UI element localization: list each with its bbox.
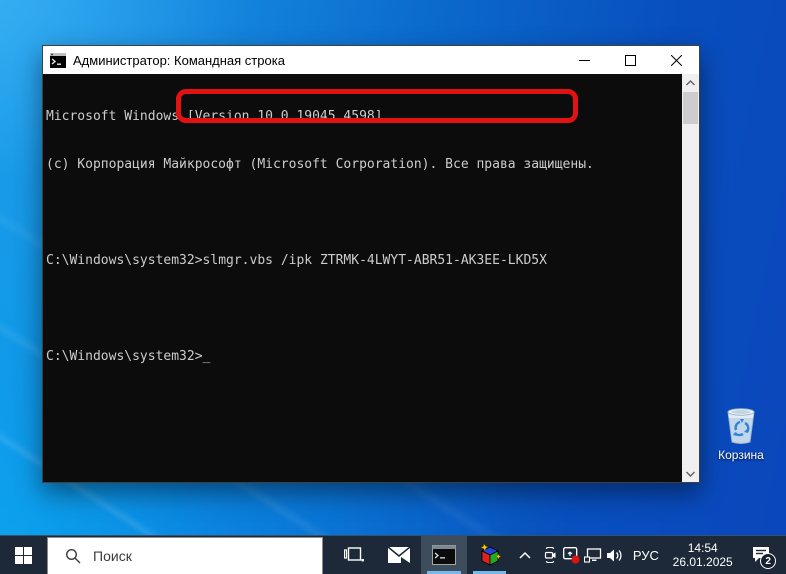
- taskbar-clock[interactable]: 14:54 26.01.2025: [666, 536, 739, 574]
- maximize-icon: [625, 55, 636, 66]
- desktop: Корзина Администратор: Командная строка: [0, 0, 786, 574]
- console-command: slmgr.vbs /ipk ZTRMK-4LWYT-ABR51-AK3EE-L…: [203, 253, 547, 268]
- clock-time: 14:54: [688, 541, 718, 555]
- chevron-up-icon: [519, 551, 531, 559]
- console-prompt: C:\Windows\system32>: [46, 253, 203, 268]
- speaker-icon: [606, 548, 623, 563]
- console-prompt: C:\Windows\system32>: [46, 349, 203, 364]
- search-icon: [65, 548, 81, 564]
- screen-record-tray-icon[interactable]: [561, 536, 583, 574]
- mail-app-button[interactable]: [376, 536, 421, 574]
- taskbar-search-input[interactable]: Поиск: [47, 537, 323, 574]
- cmd-title-bar[interactable]: Администратор: Командная строка: [43, 46, 699, 74]
- cmd-window-icon: [432, 545, 456, 565]
- console-blank-line: [46, 205, 682, 221]
- task-view-button[interactable]: [331, 536, 376, 574]
- console-current-prompt: C:\Windows\system32>_: [46, 349, 682, 365]
- recycle-bin-label: Корзина: [704, 448, 778, 462]
- cmd-window: Администратор: Командная строка Microsof…: [42, 45, 700, 483]
- show-hidden-icons-button[interactable]: [512, 536, 539, 574]
- chevron-down-icon: [686, 471, 695, 477]
- screen-share-icon: [563, 547, 580, 564]
- taskbar: Поиск: [0, 535, 786, 574]
- clock-date: 26.01.2025: [673, 555, 733, 569]
- maximize-button[interactable]: [607, 46, 653, 74]
- console-output[interactable]: Microsoft Windows [Version 10.0.19045.45…: [43, 74, 682, 482]
- task-view-icon: [344, 547, 364, 563]
- cmd-taskbar-button[interactable]: [421, 536, 466, 574]
- network-tray-icon[interactable]: [582, 536, 604, 574]
- search-placeholder: Поиск: [93, 548, 132, 564]
- console-copyright-line: (c) Корпорация Майкрософт (Microsoft Cor…: [46, 157, 682, 173]
- action-center-button[interactable]: 2: [739, 536, 782, 574]
- language-indicator[interactable]: РУС: [625, 536, 666, 574]
- scroll-up-button[interactable]: [682, 74, 699, 91]
- scroll-down-button[interactable]: [682, 465, 699, 482]
- notification-badge: 2: [760, 553, 776, 569]
- window-title: Администратор: Командная строка: [73, 53, 285, 68]
- volume-tray-icon[interactable]: [604, 536, 626, 574]
- console-version-line: Microsoft Windows [Version 10.0.19045.45…: [46, 109, 682, 125]
- chevron-up-icon: [686, 80, 695, 86]
- scrollbar-thumb[interactable]: [683, 92, 698, 124]
- language-label: РУС: [633, 548, 659, 563]
- close-icon: [671, 55, 682, 66]
- console-cursor: _: [203, 349, 211, 364]
- console-scrollbar[interactable]: [682, 74, 699, 482]
- activator-app-button[interactable]: [467, 536, 512, 574]
- cmd-icon: [50, 53, 66, 68]
- console-command-line: C:\Windows\system32>slmgr.vbs /ipk ZTRMK…: [46, 253, 682, 269]
- minimize-icon: [579, 55, 590, 66]
- recycle-bin-shortcut[interactable]: Корзина: [704, 404, 778, 462]
- capture-tray-icon[interactable]: [539, 536, 561, 574]
- camera-circle-icon: [542, 547, 558, 563]
- mail-icon: [388, 547, 410, 563]
- recycle-bin-icon: [721, 404, 761, 446]
- colored-cube-icon: [476, 542, 502, 568]
- windows-logo-icon: [15, 547, 32, 564]
- minimize-button[interactable]: [561, 46, 607, 74]
- ethernet-icon: [584, 548, 602, 563]
- close-button[interactable]: [653, 46, 699, 74]
- start-button[interactable]: [0, 536, 47, 574]
- console-blank-line: [46, 301, 682, 317]
